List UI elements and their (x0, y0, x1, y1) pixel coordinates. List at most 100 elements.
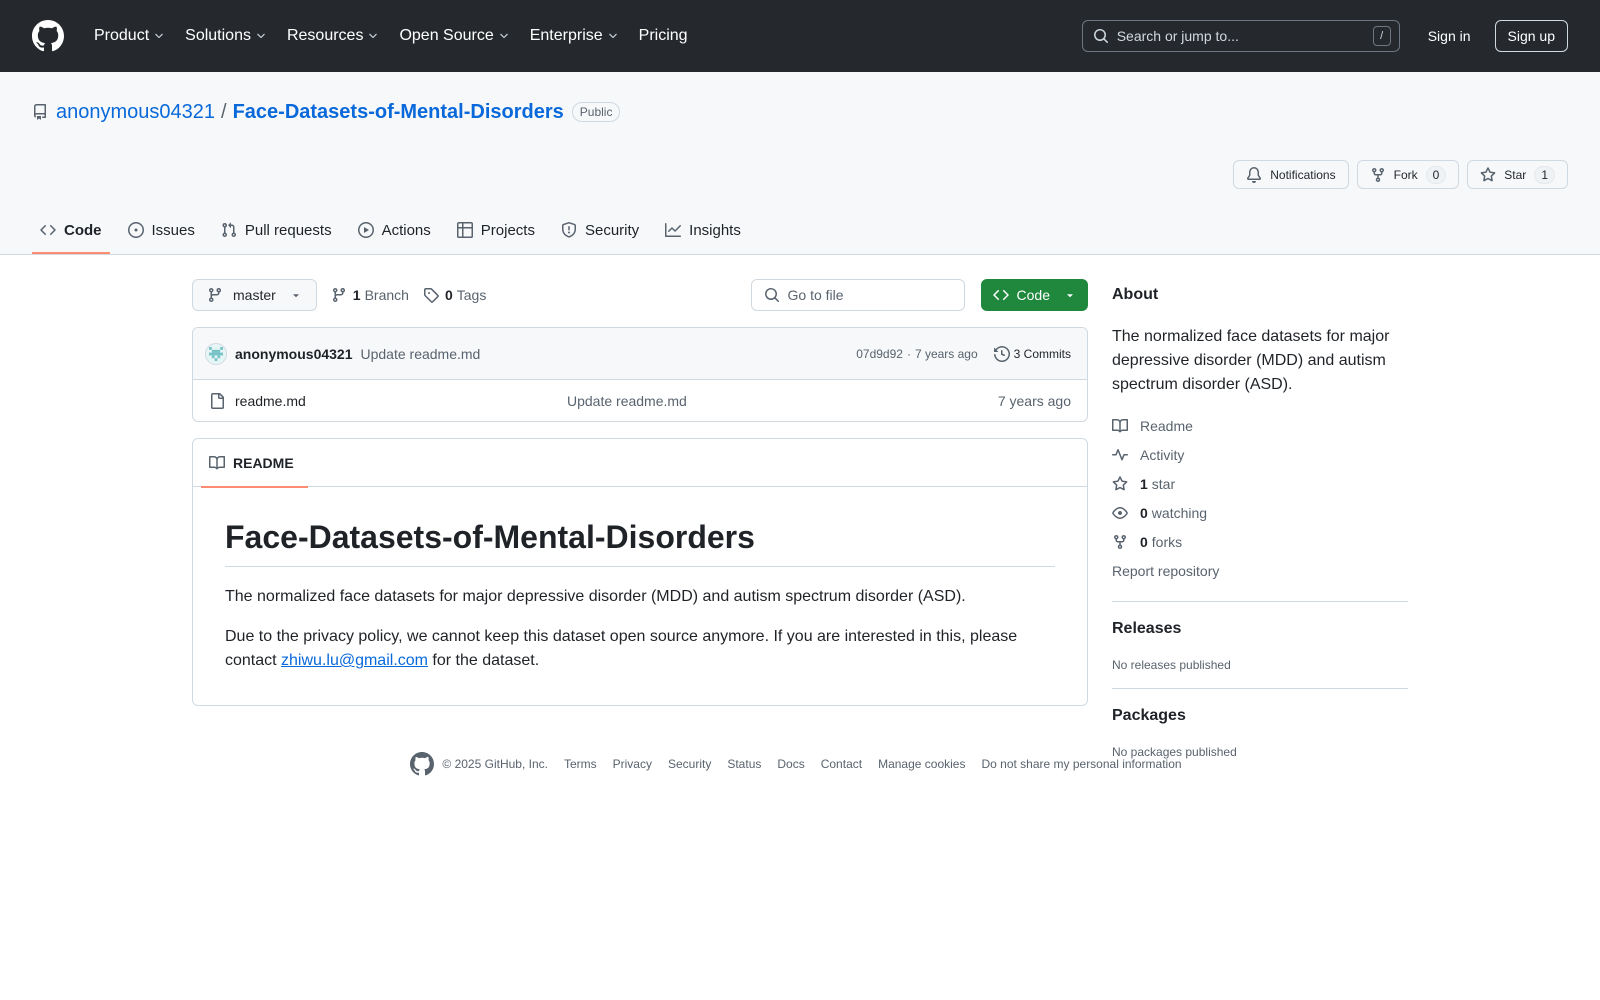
git-branch-icon (332, 288, 345, 303)
about-heading: About (1112, 286, 1159, 303)
tag-label: Tags (456, 287, 487, 303)
activity-link[interactable]: Activity (1112, 440, 1408, 469)
repo-actions: Notifications Fork 0 Star 1 (1233, 160, 1568, 189)
tab-insights[interactable]: Insights (657, 206, 749, 254)
pull-request-icon (222, 222, 236, 238)
nav-solutions[interactable]: Solutions (177, 20, 275, 52)
footer-link-status[interactable]: Status (727, 757, 761, 771)
tab-actions[interactable]: Actions (350, 206, 439, 254)
latest-commit-row: anonymous04321 Update readme.md 07d9d92 … (193, 328, 1087, 380)
stars-count: 1 (1140, 475, 1148, 492)
github-logo-icon[interactable] (410, 752, 435, 776)
report-repository-link[interactable]: Report repository (1112, 556, 1408, 585)
commit-message-link[interactable]: Update readme.md (361, 346, 481, 362)
nav-product[interactable]: Product (86, 20, 173, 52)
git-branch-icon (208, 288, 221, 303)
fork-label: Fork (1393, 167, 1418, 182)
fork-button[interactable]: Fork 0 (1356, 160, 1460, 189)
commit-meta: 07d9d92 · 7 years ago 3 Commits (856, 345, 1071, 362)
branch-name: master (233, 287, 276, 303)
sign-up-button[interactable]: Sign up (1494, 20, 1568, 52)
code-icon (40, 224, 56, 236)
star-counter: 1 (1534, 165, 1555, 184)
nav-resources[interactable]: Resources (279, 20, 387, 52)
readme-link-label: Readme (1140, 417, 1193, 434)
commit-sha[interactable]: 07d9d92 (856, 347, 903, 361)
releases-heading[interactable]: Releases (1112, 620, 1408, 638)
bell-icon (1247, 166, 1262, 183)
tag-count: 0 (444, 287, 453, 303)
repo-title: anonymous04321 / Face-Datasets-of-Mental… (32, 72, 1568, 136)
star-icon (1480, 166, 1496, 181)
book-icon (209, 455, 225, 469)
footer-link-security[interactable]: Security (668, 757, 711, 771)
tab-label: Security (584, 221, 640, 239)
github-logo-icon[interactable] (32, 20, 64, 52)
sign-in-link[interactable]: Sign in (1424, 24, 1475, 48)
tab-label: Issues (151, 221, 195, 239)
nav-pricing[interactable]: Pricing (631, 20, 696, 52)
tab-security[interactable]: Security (553, 206, 647, 254)
packages-heading[interactable]: Packages (1112, 707, 1408, 725)
file-table: anonymous04321 Update readme.md 07d9d92 … (192, 327, 1088, 422)
watching-count: 0 (1140, 504, 1148, 521)
file-toolbar: master 1 Branch 0 Tags Go to file Code (192, 279, 1088, 311)
footer-link-do-not-share[interactable]: Do not share my personal information (981, 757, 1181, 771)
avatar[interactable] (205, 342, 227, 365)
email-link[interactable]: zhiwu.lu@gmail.com (281, 652, 428, 669)
commits-count-label: 3 Commits (1013, 346, 1071, 361)
forks-link[interactable]: 0 forks (1112, 527, 1408, 556)
commits-history-link[interactable]: 3 Commits (993, 345, 1071, 362)
notifications-button[interactable]: Notifications (1233, 160, 1349, 189)
tab-label: Actions (381, 221, 431, 239)
watchers-link[interactable]: 0 watching (1112, 498, 1408, 527)
readme-paragraph: The normalized face datasets for major d… (225, 588, 966, 605)
chevron-down-icon (369, 33, 378, 39)
file-commit-link[interactable]: Update readme.md (567, 393, 687, 409)
stars-label: star (1151, 475, 1176, 492)
footer-link-docs[interactable]: Docs (777, 757, 804, 771)
repo-path-separator: / (221, 100, 227, 123)
readme-header: README (193, 439, 1087, 488)
tab-issues[interactable]: Issues (120, 206, 203, 254)
chevron-down-icon (608, 33, 617, 39)
star-button[interactable]: Star 1 (1467, 160, 1568, 189)
readme-text: for the dataset. (427, 652, 540, 669)
readme-tab[interactable]: README (201, 439, 308, 488)
code-button-label: Code (1016, 287, 1050, 303)
readme-link[interactable]: Readme (1112, 411, 1408, 440)
meta-separator: · (906, 346, 911, 361)
branch-selector[interactable]: master (192, 279, 317, 311)
go-to-file-input[interactable]: Go to file (750, 279, 965, 311)
footer-link-terms[interactable]: Terms (564, 757, 597, 771)
repo-owner-link[interactable]: anonymous04321 (56, 101, 215, 124)
file-name-link[interactable]: readme.md (235, 393, 567, 409)
global-search-input[interactable]: Search or jump to... / (1081, 20, 1400, 52)
repo-name-link[interactable]: Face-Datasets-of-Mental-Disorders (233, 101, 564, 124)
repo-header: anonymous04321 / Face-Datasets-of-Mental… (0, 72, 1600, 255)
caret-down-icon (293, 294, 299, 298)
readme-paragraph: Due to the privacy policy, we cannot kee… (225, 625, 1055, 673)
chevron-down-icon (257, 33, 265, 39)
footer-link-privacy[interactable]: Privacy (613, 757, 652, 771)
footer: © 2025 GitHub, Inc. Terms Privacy Securi… (0, 752, 1600, 776)
stars-link[interactable]: 1 star (1112, 469, 1408, 498)
nav-label: Open Source (399, 27, 494, 44)
sidebar: About The normalized face datasets for m… (1112, 279, 1408, 759)
tab-pull-requests[interactable]: Pull requests (213, 206, 340, 254)
identicon-icon (209, 346, 223, 361)
commit-author-link[interactable]: anonymous04321 (235, 346, 353, 362)
nav-enterprise[interactable]: Enterprise (522, 20, 627, 52)
about-list: Readme Activity 1 star 0 watching 0 fork… (1112, 411, 1408, 585)
tab-code[interactable]: Code (32, 206, 110, 254)
tab-projects[interactable]: Projects (449, 206, 543, 254)
code-dropdown-button[interactable]: Code (980, 279, 1088, 311)
footer-link-manage-cookies[interactable]: Manage cookies (878, 757, 965, 771)
footer-link-contact[interactable]: Contact (821, 757, 862, 771)
chevron-down-icon (155, 33, 163, 39)
branches-link[interactable]: 1 Branch (331, 287, 409, 303)
book-icon (1112, 418, 1128, 432)
nav-label: Product (94, 27, 150, 44)
nav-open-source[interactable]: Open Source (391, 20, 517, 52)
tags-link[interactable]: 0 Tags (423, 287, 486, 303)
